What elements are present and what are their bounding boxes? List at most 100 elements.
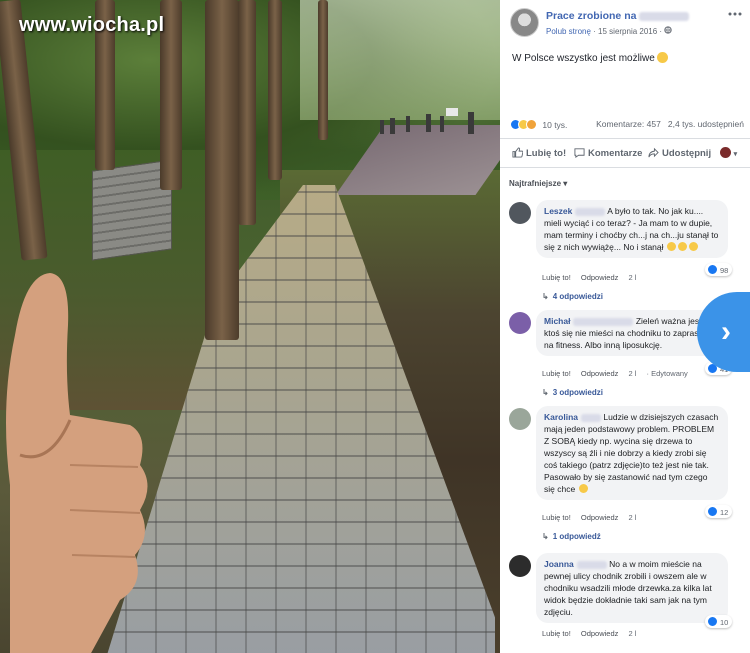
post-stats: 10 tys. Komentarze: 457 2,4 tys. udostęp…: [510, 119, 744, 133]
comment-age[interactable]: 2 l: [629, 513, 637, 522]
tree-trunk: [238, 0, 256, 225]
shares-count[interactable]: 2,4 tys. udostępnień: [668, 119, 744, 129]
replies-count: 1 odpowiedź: [552, 532, 601, 541]
comment-bubble: Leszek A było to tak. No jak ku.... miel…: [536, 200, 728, 258]
comment-reply-link[interactable]: Odpowiedz: [581, 273, 619, 282]
comment-reply-link[interactable]: Odpowiedz: [581, 629, 619, 638]
thumbs-up-icon: [512, 147, 523, 158]
emoji: [666, 242, 676, 251]
comment-author[interactable]: Michał: [544, 316, 570, 326]
comment-like-link[interactable]: Lubię to!: [542, 369, 571, 378]
emoji: [677, 242, 687, 251]
emoji: [578, 484, 588, 493]
comment-reaction-count[interactable]: 12: [705, 505, 733, 518]
page-subline: Polub stronę · 15 sierpnia 2016 ·: [546, 26, 673, 36]
like-reaction-icon: [707, 264, 718, 275]
like-page-link[interactable]: Polub stronę: [546, 27, 591, 36]
page-name[interactable]: Prace zrobione na: [546, 10, 690, 22]
reaction-count-value: 12: [720, 508, 729, 517]
more-options-icon[interactable]: [728, 12, 742, 16]
share-label: Udostępnij: [662, 148, 712, 159]
meme-photo: www.wiocha.pl: [0, 0, 500, 653]
thumbs-up-hand: [6, 273, 148, 653]
comment-age[interactable]: 2 l: [629, 629, 637, 638]
reactions-count[interactable]: 10 tys.: [542, 120, 567, 130]
replies-count: 4 odpowiedzi: [552, 292, 603, 301]
chevron-down-icon: ▾: [563, 179, 568, 188]
tree-trunk: [268, 0, 282, 180]
redacted-name: [639, 11, 690, 21]
comments-shares: Komentarze: 457 2,4 tys. udostępnień: [596, 119, 744, 129]
redacted-name: [576, 560, 607, 569]
post-header: Prace zrobione na Polub stronę · 15 sier…: [500, 0, 750, 42]
view-replies-link[interactable]: ↳ 1 odpowiedź: [542, 532, 601, 541]
like-button[interactable]: Lubię to!: [512, 147, 566, 159]
redacted-name: [575, 207, 606, 216]
post-date[interactable]: · 15 sierpnia 2016 ·: [593, 27, 662, 36]
tree-trunk: [318, 0, 328, 140]
reaction-count-value: 10: [720, 618, 729, 627]
like-reaction-icon: [707, 506, 718, 517]
emoji: [688, 242, 698, 251]
page-avatar[interactable]: [510, 8, 539, 37]
comment-bubble: Joanna No a w moim mieście na pewnej uli…: [536, 553, 728, 623]
commenter-avatar[interactable]: [509, 202, 531, 224]
commenter-avatar[interactable]: [509, 312, 531, 334]
comment-sort-dropdown[interactable]: Najtrafniejsze ▾: [509, 179, 567, 188]
post-text: W Polsce wszystko jest możliwe: [512, 52, 668, 64]
reply-arrow-icon: ↳: [542, 532, 549, 541]
comment-bubble: Karolina Ludzie w dzisiejszych czasach m…: [536, 406, 728, 500]
page-name-text[interactable]: Prace zrobione na: [546, 10, 636, 22]
like-label: Lubię to!: [526, 148, 567, 159]
chevron-down-icon: ▾: [733, 151, 738, 158]
edited-label[interactable]: · Edytowany: [647, 369, 688, 378]
comment-age[interactable]: 2 l: [629, 369, 637, 378]
comment-like-link[interactable]: Lubię to!: [542, 629, 571, 638]
comment-reaction-count[interactable]: 98: [705, 263, 733, 276]
comment-meta: Lubię to! Odpowiedz 2 l: [542, 513, 644, 522]
comment-like-link[interactable]: Lubię to!: [542, 513, 571, 522]
view-replies-link[interactable]: ↳ 4 odpowiedzi: [542, 292, 603, 301]
comment-author[interactable]: Joanna: [544, 559, 574, 569]
comment-button[interactable]: Komentarze: [574, 147, 642, 159]
redacted-name: [581, 413, 602, 422]
user-avatar-small: [720, 147, 731, 158]
comments-count[interactable]: Komentarze: 457: [596, 119, 661, 129]
pedestrians: [380, 108, 474, 134]
comment-label: Komentarze: [588, 148, 643, 159]
watermark: www.wiocha.pl: [19, 14, 165, 36]
sky-patch: [300, 0, 500, 120]
reaction-count-value: 98: [720, 266, 729, 275]
comment-age[interactable]: 2 l: [629, 273, 637, 282]
comment-meta: Lubię to! Odpowiedz 2 l · Edytowany: [542, 369, 696, 378]
smile-emoji: [656, 52, 668, 63]
share-icon: [648, 147, 659, 158]
replies-count: 3 odpowiedzi: [552, 388, 603, 397]
share-button[interactable]: Udostępnij: [648, 147, 711, 159]
comment-icon: [574, 148, 585, 158]
comment-author[interactable]: Karolina: [544, 412, 578, 422]
comment-reaction-count[interactable]: 10: [705, 615, 733, 628]
reply-arrow-icon: ↳: [542, 388, 549, 397]
tree-in-sidewalk: [205, 0, 239, 340]
post-actions: Lubię to! Komentarze Udostępnij ▾: [500, 138, 750, 168]
comment-text: Ludzie w dzisiejszych czasach mają jeden…: [544, 412, 719, 494]
wow-reaction-icon: [526, 119, 537, 130]
globe-icon: [664, 26, 673, 34]
comment-author[interactable]: Leszek: [544, 206, 572, 216]
reply-arrow-icon: ↳: [542, 292, 549, 301]
comment-meta: Lubię to! Odpowiedz 2 l: [542, 273, 644, 282]
commenter-avatar[interactable]: [509, 555, 531, 577]
redacted-name: [573, 317, 634, 326]
comment-reply-link[interactable]: Odpowiedz: [581, 369, 619, 378]
view-replies-link[interactable]: ↳ 3 odpowiedzi: [542, 388, 603, 397]
comment-like-link[interactable]: Lubię to!: [542, 273, 571, 282]
comment-reply-link[interactable]: Odpowiedz: [581, 513, 619, 522]
sort-label[interactable]: Najtrafniejsze: [509, 179, 561, 188]
like-reaction-icon: [707, 616, 718, 627]
chevron-right-icon: ›: [721, 315, 731, 348]
comment-meta: Lubię to! Odpowiedz 2 l: [542, 629, 644, 638]
share-as-selector[interactable]: ▾: [720, 147, 737, 159]
commenter-avatar[interactable]: [509, 408, 531, 430]
post-text-content: W Polsce wszystko jest możliwe: [512, 53, 655, 64]
